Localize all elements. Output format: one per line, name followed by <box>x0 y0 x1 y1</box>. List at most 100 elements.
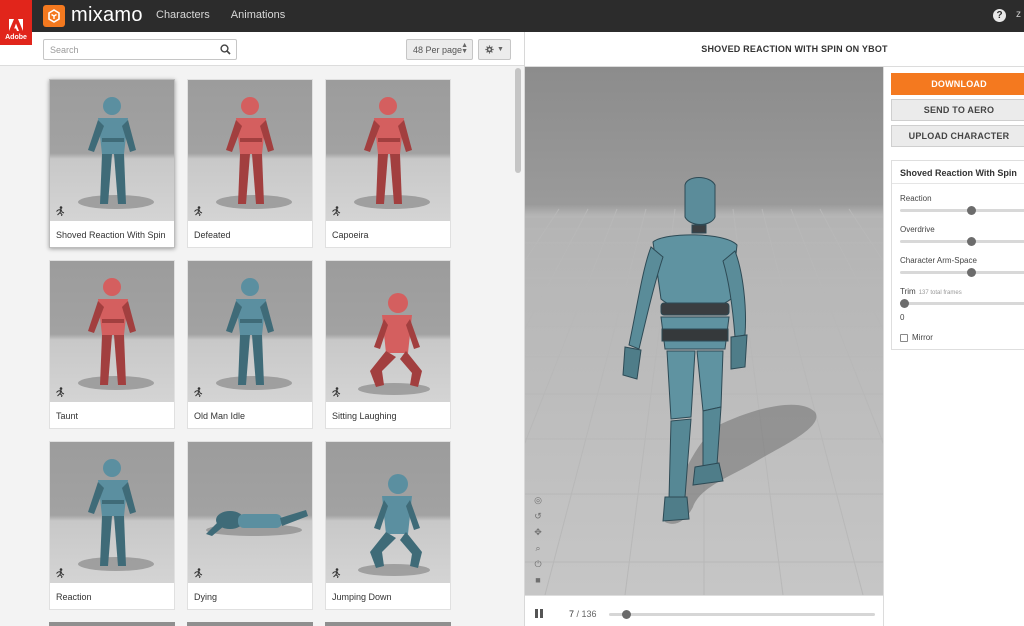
animation-thumbnail <box>188 80 312 221</box>
overdrive-slider[interactable] <box>900 237 1024 246</box>
slider-handle[interactable] <box>966 237 976 246</box>
browser-toolbar: 48 Per page ▲▼ ▼ <box>0 32 524 66</box>
mirror-checkbox[interactable] <box>900 333 908 342</box>
scrollbar[interactable] <box>515 68 521 173</box>
animation-thumbnail <box>188 442 312 583</box>
animation-thumbnail <box>326 80 450 221</box>
settings-dropdown-button[interactable]: ▼ <box>478 39 511 60</box>
download-button[interactable]: DOWNLOAD <box>891 73 1024 95</box>
animation-settings: Shoved Reaction With Spin Reaction Overd… <box>891 160 1024 350</box>
help-icon[interactable]: ? <box>993 9 1006 22</box>
animation-label: Taunt <box>56 411 79 421</box>
mixamo-brand[interactable]: mixamo <box>43 4 143 27</box>
character-viewport[interactable]: ◎ ↺ ✥ ⌕ ⏻ ■ <box>525 67 883 595</box>
trim-label: Trim <box>900 287 916 296</box>
gear-icon <box>485 45 494 54</box>
animation-thumbnail <box>50 261 174 402</box>
per-page-value: 48 Per page <box>413 44 463 55</box>
frame-counter: 7 / 136 <box>569 609 597 619</box>
slider-handle[interactable] <box>966 268 976 277</box>
arm-space-slider[interactable] <box>900 268 1024 277</box>
slider-handle[interactable] <box>966 206 976 215</box>
select-arrows-icon: ▲ ▼ <box>461 42 468 55</box>
pan-icon[interactable]: ✥ <box>533 527 543 537</box>
trim-frames-note: 137 total frames <box>918 290 962 296</box>
rotate-icon[interactable]: ↺ <box>533 511 543 521</box>
zoom-icon[interactable]: ⌕ <box>533 543 543 553</box>
pause-icon[interactable] <box>535 609 543 618</box>
animation-thumbnail <box>326 442 450 583</box>
animation-label: Sitting Laughing <box>332 411 397 421</box>
nav-animations[interactable]: Animations <box>231 9 285 21</box>
adobe-icon <box>9 19 23 31</box>
adobe-label: Adobe <box>5 34 27 41</box>
trim-value: 0 <box>900 313 905 322</box>
animation-label: Jumping Down <box>332 592 392 602</box>
upload-character-button[interactable]: UPLOAD CHARACTER <box>891 125 1024 147</box>
search-box <box>43 39 237 60</box>
animation-card[interactable]: Taunt <box>49 260 175 429</box>
playback-bar: 7 / 136 <box>525 595 883 626</box>
total-frames: 136 <box>581 609 597 619</box>
animation-thumbnail <box>50 442 174 583</box>
running-figure-icon <box>332 387 341 397</box>
animation-label: Reaction <box>56 592 92 602</box>
animation-card[interactable]: Dying <box>187 441 313 610</box>
animation-label: Shoved Reaction With Spin <box>56 230 166 240</box>
param-label-overdrive: Overdrive <box>900 225 935 234</box>
running-figure-icon <box>332 206 341 216</box>
user-menu[interactable]: z <box>1016 9 1021 20</box>
per-page-select[interactable]: 48 Per page ▲ ▼ <box>406 39 473 60</box>
animation-thumbnail <box>50 80 174 221</box>
param-label-arm-space: Character Arm-Space <box>900 256 977 265</box>
animation-card[interactable]: Shoved Reaction With Spin <box>49 79 175 248</box>
viewer-title: SHOVED REACTION WITH SPIN ON YBOT <box>701 44 888 54</box>
running-figure-icon <box>56 387 65 397</box>
running-figure-icon <box>194 387 203 397</box>
running-figure-icon <box>194 568 203 578</box>
top-bar: Adobe mixamo Characters Animations ? z <box>0 0 1024 45</box>
running-figure-icon <box>194 206 203 216</box>
camera-icon[interactable]: ■ <box>533 575 543 585</box>
animation-card[interactable]: Sitting Laughing <box>325 260 451 429</box>
brand-name: mixamo <box>71 4 143 26</box>
viewport-controls: ◎ ↺ ✥ ⌕ ⏻ ■ <box>533 495 543 585</box>
slider-handle[interactable] <box>900 299 909 308</box>
search-icon[interactable] <box>220 44 231 55</box>
search-input[interactable] <box>44 40 214 60</box>
send-to-aero-button[interactable]: SEND TO AERO <box>891 99 1024 121</box>
animation-browser: 48 Per page ▲▼ ▼ Shoved Reaction With Sp… <box>0 32 525 626</box>
viewer-header: SHOVED REACTION WITH SPIN ON YBOT <box>525 32 1024 67</box>
settings-title: Shoved Reaction With Spin <box>892 161 1024 184</box>
animation-card-partial[interactable] <box>49 622 175 626</box>
mirror-label: Mirror <box>912 333 933 342</box>
chevron-down-icon: ▼ <box>497 46 504 53</box>
adobe-logo[interactable]: Adobe <box>0 0 32 45</box>
action-panel: DOWNLOAD SEND TO AERO UPLOAD CHARACTER S… <box>883 67 1024 626</box>
animation-card[interactable]: Capoeira <box>325 79 451 248</box>
animation-label: Capoeira <box>332 230 369 240</box>
camera-reset-icon[interactable]: ◎ <box>533 495 543 505</box>
running-figure-icon <box>56 568 65 578</box>
animation-card[interactable]: Jumping Down <box>325 441 451 610</box>
power-icon[interactable]: ⏻ <box>533 559 543 569</box>
mixamo-logo-icon <box>43 4 65 27</box>
animation-card[interactable]: Reaction <box>49 441 175 610</box>
animation-label: Old Man Idle <box>194 411 246 421</box>
trim-slider[interactable] <box>900 299 1024 308</box>
mirror-option[interactable]: Mirror <box>900 333 933 342</box>
param-label-reaction: Reaction <box>900 194 932 203</box>
animation-card-partial[interactable] <box>325 622 451 626</box>
animation-card[interactable]: Defeated <box>187 79 313 248</box>
trim-label-row: Trim 137 total frames <box>900 287 962 296</box>
timeline-slider[interactable] <box>609 610 875 619</box>
animation-card[interactable]: Old Man Idle <box>187 260 313 429</box>
animation-thumbnail <box>188 261 312 402</box>
current-frame: 7 <box>569 609 575 619</box>
animation-label: Dying <box>194 592 218 602</box>
animation-card-partial[interactable] <box>187 622 313 626</box>
nav-characters[interactable]: Characters <box>156 9 210 21</box>
ground-grid <box>525 177 883 595</box>
reaction-slider[interactable] <box>900 206 1024 215</box>
timeline-handle[interactable] <box>621 610 631 619</box>
